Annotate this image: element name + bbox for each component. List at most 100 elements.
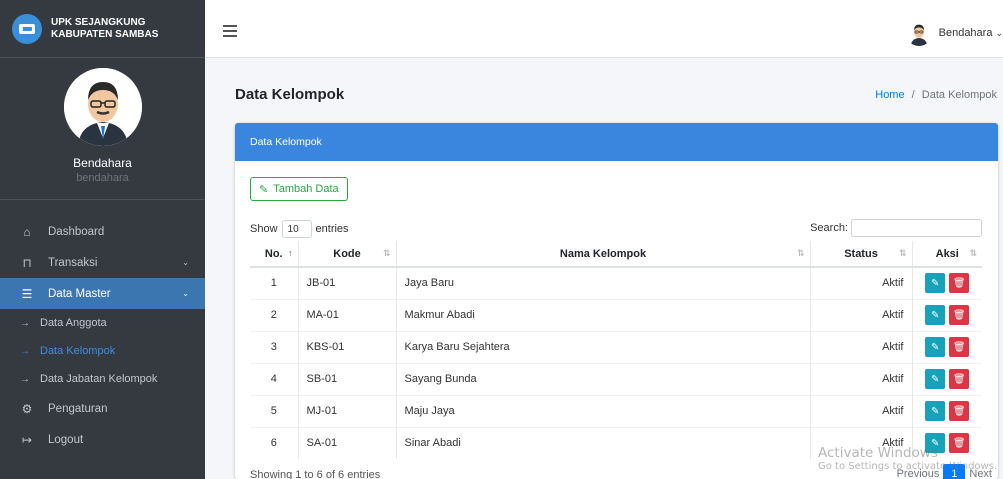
table-info: Showing 1 to 6 of 6 entries bbox=[250, 469, 381, 479]
edit-button[interactable]: ✎ bbox=[925, 401, 946, 421]
sidebar-item-label: Data Master bbox=[48, 287, 111, 300]
edit-button[interactable]: ✎ bbox=[925, 369, 946, 389]
cell-no: 2 bbox=[250, 298, 299, 331]
sidebar-item-label: Data Jabatan Kelompok bbox=[40, 373, 158, 385]
home-icon: ⌂ bbox=[23, 224, 31, 239]
delete-button[interactable]: 🗑 bbox=[949, 401, 970, 421]
trash-icon: 🗑 bbox=[952, 341, 966, 353]
entries-label: entries bbox=[315, 223, 349, 235]
trash-icon: 🗑 bbox=[952, 309, 966, 321]
column-header-aksi[interactable]: Aksi ⇅ bbox=[912, 241, 982, 268]
search-input[interactable] bbox=[851, 219, 982, 237]
cell-aksi: ✎ 🗑 bbox=[912, 298, 982, 331]
sidebar-item-label: Logout bbox=[48, 433, 84, 446]
sort-icon: ⇅ bbox=[382, 248, 391, 258]
user-username: bendahara bbox=[76, 172, 129, 184]
edit-icon: ✎ bbox=[931, 309, 940, 321]
arrow-right-icon: → bbox=[20, 345, 30, 357]
column-header-kode[interactable]: Kode ⇅ bbox=[298, 241, 397, 268]
chevron-down-icon: ⌄ bbox=[182, 289, 189, 298]
cell-kode: SB-01 bbox=[298, 362, 397, 395]
edit-button[interactable]: ✎ bbox=[925, 273, 946, 294]
pagination-page-1[interactable]: 1 bbox=[943, 464, 966, 479]
gear-icon: ⚙ bbox=[21, 401, 33, 416]
sidebar-item-dashboard[interactable]: ⌂ Dashboard bbox=[0, 216, 205, 247]
edit-icon: ✎ bbox=[931, 437, 940, 449]
sidebar-item-logout[interactable]: ↦ Logout bbox=[0, 424, 205, 455]
search-control: Search: bbox=[810, 219, 982, 237]
cell-status: Aktif bbox=[810, 394, 913, 427]
table-row: 5 MJ-01 Maju Jaya Aktif ✎ 🗑 bbox=[250, 394, 982, 427]
cell-aksi: ✎ 🗑 bbox=[912, 266, 982, 299]
column-header-status[interactable]: Status ⇅ bbox=[810, 241, 913, 268]
breadcrumb-home-link[interactable]: Home bbox=[875, 89, 904, 101]
edit-icon: ✎ bbox=[259, 183, 269, 196]
delete-button[interactable]: 🗑 bbox=[949, 273, 970, 294]
cell-kode: MJ-01 bbox=[298, 394, 397, 427]
hamburger-menu-icon[interactable] bbox=[223, 25, 237, 40]
cell-aksi: ✎ 🗑 bbox=[912, 362, 982, 395]
breadcrumb-separator: / bbox=[911, 89, 915, 101]
avatar-icon bbox=[63, 68, 142, 146]
cell-kode: KBS-01 bbox=[298, 330, 397, 363]
sidebar-subitem-data-anggota[interactable]: → Data Anggota bbox=[0, 309, 205, 337]
sidebar-item-label: Data Anggota bbox=[40, 317, 107, 329]
edit-button[interactable]: ✎ bbox=[925, 337, 946, 357]
cell-no: 1 bbox=[250, 266, 299, 299]
top-user-name: Bendahara bbox=[938, 27, 993, 39]
breadcrumb-current: Data Kelompok bbox=[921, 89, 997, 101]
arrow-right-icon: → bbox=[20, 317, 30, 329]
page-title: Data Kelompok bbox=[235, 86, 345, 103]
delete-button[interactable]: 🗑 bbox=[949, 337, 970, 357]
show-entries-control: Show 10 entries bbox=[250, 220, 349, 238]
table-row: 1 JB-01 Jaya Baru Aktif ✎ 🗑 bbox=[250, 266, 982, 299]
column-header-nama-kelompok[interactable]: Nama Kelompok ⇅ bbox=[396, 241, 811, 268]
delete-button[interactable]: 🗑 bbox=[949, 369, 970, 389]
sidebar-item-pengaturan[interactable]: ⚙ Pengaturan bbox=[0, 393, 205, 424]
entries-per-page-select[interactable]: 10 bbox=[281, 220, 312, 238]
avatar[interactable] bbox=[63, 68, 142, 146]
sidebar-item-transaksi[interactable]: ⊓ Transaksi ⌄ bbox=[0, 247, 205, 278]
cell-nama-kelompok: Sinar Abadi bbox=[396, 426, 811, 459]
delete-button[interactable]: 🗑 bbox=[949, 433, 970, 454]
cell-status: Aktif bbox=[810, 330, 913, 363]
sidebar-nav: ⌂ Dashboard ⊓ Transaksi ⌄ ☰ Data Master … bbox=[0, 200, 205, 455]
cell-no: 5 bbox=[250, 394, 299, 427]
sidebar-item-label: Transaksi bbox=[48, 256, 98, 269]
cell-aksi: ✎ 🗑 bbox=[912, 394, 982, 427]
column-header-no[interactable]: No. ↑ bbox=[250, 241, 299, 268]
column-header-label: Aksi bbox=[935, 247, 959, 260]
cell-status: Aktif bbox=[810, 266, 913, 299]
sidebar-item-data-master[interactable]: ☰ Data Master ⌄ bbox=[0, 278, 205, 309]
logout-icon: ↦ bbox=[21, 432, 33, 447]
tambah-data-button[interactable]: ✎ Tambah Data bbox=[250, 177, 348, 201]
sidebar-subitem-data-jabatan-kelompok[interactable]: → Data Jabatan Kelompok bbox=[0, 365, 205, 393]
user-menu-dropdown[interactable]: Bendahara ⌄ bbox=[905, 20, 1003, 46]
cell-kode: JB-01 bbox=[298, 266, 397, 299]
cell-aksi: ✎ 🗑 bbox=[912, 426, 982, 459]
edit-button[interactable]: ✎ bbox=[925, 305, 946, 325]
trash-icon: 🗑 bbox=[952, 437, 966, 449]
pagination-next[interactable]: Next bbox=[969, 468, 992, 479]
sidebar-subitem-data-kelompok[interactable]: → Data Kelompok bbox=[0, 337, 205, 365]
data-kelompok-card: Data Kelompok ✎ Tambah Data Show 10 entr… bbox=[235, 123, 998, 479]
sort-icon: ⇅ bbox=[898, 248, 907, 258]
column-header-label: Kode bbox=[333, 247, 361, 260]
user-panel: Bendahara bendahara bbox=[0, 58, 205, 200]
cell-kode: MA-01 bbox=[298, 298, 397, 331]
column-header-label: Nama Kelompok bbox=[559, 247, 647, 260]
cell-nama-kelompok: Jaya Baru bbox=[396, 266, 811, 299]
cell-aksi: ✎ 🗑 bbox=[912, 330, 982, 363]
sidebar-item-label: Pengaturan bbox=[48, 402, 108, 415]
sort-asc-icon: ↑ bbox=[288, 248, 293, 258]
edit-button[interactable]: ✎ bbox=[925, 433, 946, 454]
data-kelompok-table: No. ↑ Kode ⇅ Nama Kelompok ⇅ Status ⇅ Ak… bbox=[250, 241, 982, 459]
delete-button[interactable]: 🗑 bbox=[949, 305, 970, 325]
pagination: Previous 1 Next bbox=[897, 464, 992, 479]
brand-link[interactable]: UPK SEJANGKUNG KABUPATEN SAMBAS bbox=[0, 0, 205, 58]
cell-nama-kelompok: Sayang Bunda bbox=[396, 362, 811, 395]
tambah-data-label: Tambah Data bbox=[273, 183, 339, 195]
cell-status: Aktif bbox=[810, 362, 913, 395]
pagination-previous[interactable]: Previous bbox=[897, 468, 940, 479]
user-name[interactable]: Bendahara bbox=[73, 156, 132, 170]
